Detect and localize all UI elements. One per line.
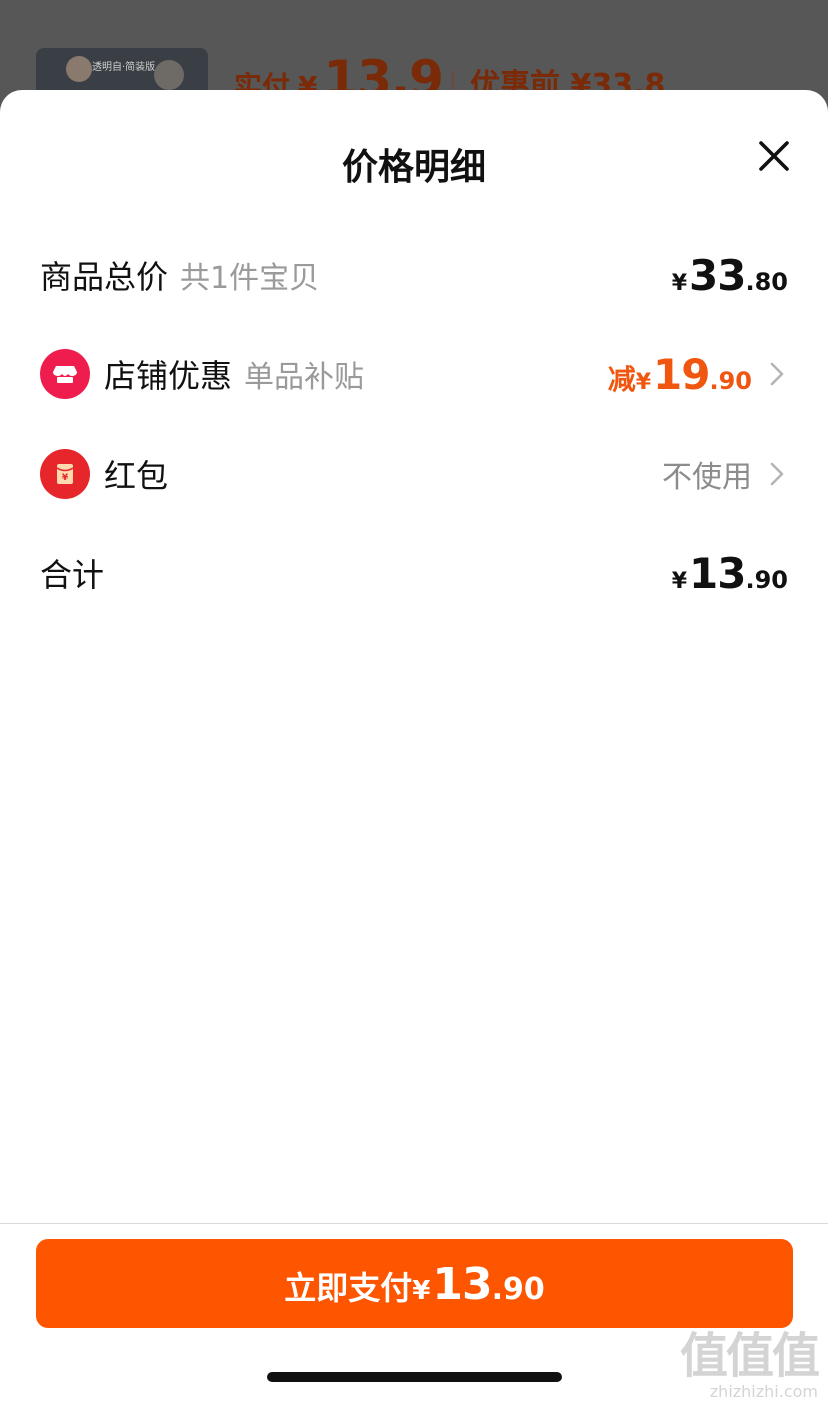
row-sum: 合计 ¥ 13 .90 <box>40 543 788 603</box>
currency-symbol: ¥ <box>671 568 688 594</box>
red-packet-value-wrap: 不使用 <box>662 452 752 496</box>
thumbnail-caption: 透明自·简装版 <box>92 62 156 73</box>
home-indicator[interactable] <box>267 1372 562 1382</box>
total-goods-amount: ¥ 33 .80 <box>672 251 788 300</box>
shop-discount-label: 店铺优惠 <box>104 357 233 395</box>
pay-button-label: 立即支付 <box>284 1269 413 1307</box>
watermark-logo: 值值值 <box>679 1328 820 1384</box>
chevron-right-icon[interactable] <box>766 359 788 389</box>
thumbnail-figure-2 <box>154 60 184 90</box>
svg-text:¥: ¥ <box>62 473 69 483</box>
shop-discount-sub: 单品补贴 <box>244 360 365 395</box>
amount-decimal: .90 <box>745 565 788 594</box>
amount-decimal: .90 <box>491 1272 545 1307</box>
close-button[interactable] <box>754 136 794 176</box>
red-packet-value: 不使用 <box>662 460 752 495</box>
currency-symbol: ¥ <box>671 270 688 296</box>
close-icon <box>759 141 789 171</box>
chevron-right-icon[interactable] <box>766 459 788 489</box>
footer-divider <box>0 1223 828 1224</box>
price-detail-sheet: 价格明细 商品总价 共1件宝贝 ¥ 33 .80 店铺优惠 单品补贴 减 ¥ 1… <box>0 90 828 1399</box>
red-packet-icon: ¥ <box>40 449 90 499</box>
amount-decimal: .90 <box>709 366 752 395</box>
total-goods-count: 共1件宝贝 <box>180 261 320 296</box>
site-watermark: 值值值 zhizhizhi.com <box>668 1316 820 1401</box>
total-goods-label: 商品总价 <box>40 258 169 296</box>
amount-integer: 13 <box>689 548 746 598</box>
pay-now-button[interactable]: 立即支付 ¥ 13 .90 <box>36 1239 793 1328</box>
amount-integer: 19 <box>653 349 710 399</box>
sum-label: 合计 <box>40 556 105 594</box>
row-total-goods: 商品总价 共1件宝贝 ¥ 33 .80 <box>40 245 788 305</box>
shop-discount-amount: 减 ¥ 19 .90 <box>608 350 752 399</box>
thumbnail-figure <box>66 56 92 82</box>
shop-icon <box>40 349 90 399</box>
row-shop-discount[interactable]: 店铺优惠 单品补贴 减 ¥ 19 .90 <box>40 344 788 404</box>
sum-amount: ¥ 13 .90 <box>672 549 788 598</box>
reduce-prefix: 减 <box>607 362 636 396</box>
amount-decimal: .80 <box>745 267 788 296</box>
sheet-title: 价格明细 <box>341 147 486 188</box>
currency-symbol: ¥ <box>412 1276 431 1306</box>
red-packet-label: 红包 <box>104 457 169 495</box>
amount-integer: 33 <box>689 250 746 300</box>
amount-integer: 13 <box>432 1259 492 1310</box>
row-red-packet[interactable]: ¥ 红包 不使用 <box>40 444 788 504</box>
currency-symbol: ¥ <box>635 369 652 395</box>
